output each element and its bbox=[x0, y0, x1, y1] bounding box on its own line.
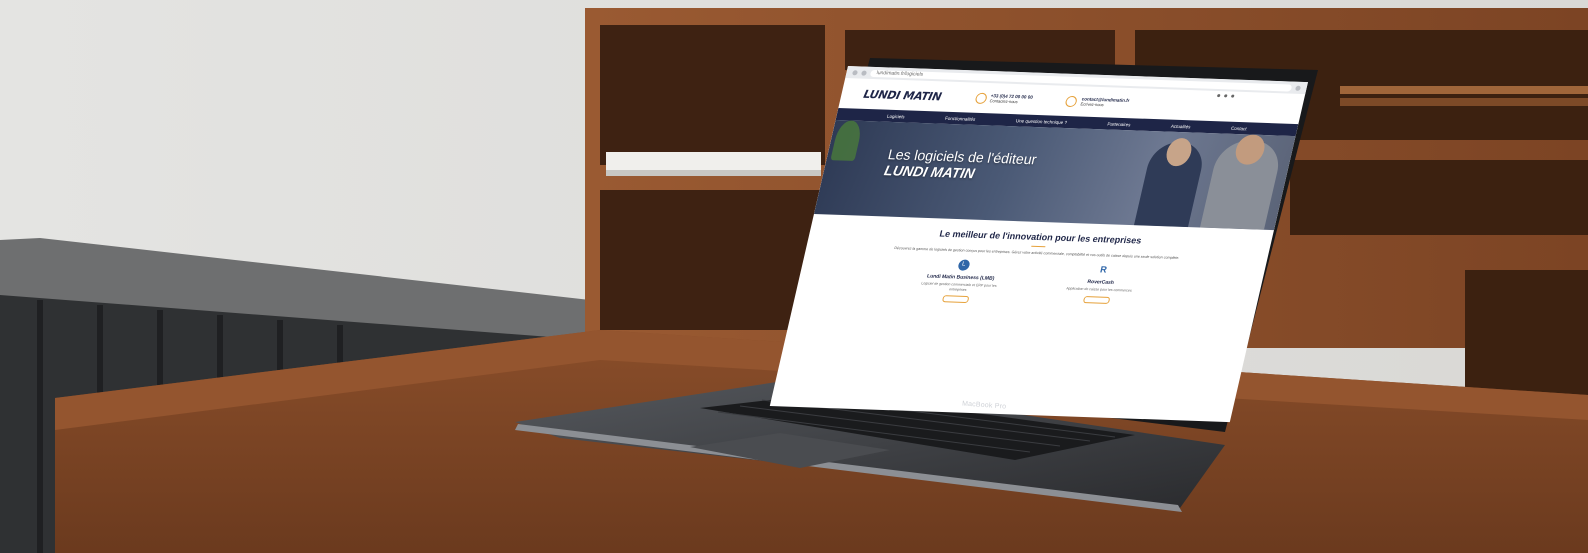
intro-section: Le meilleur de l'innovation pour les ent… bbox=[795, 214, 1274, 313]
lmb-icon: L bbox=[956, 259, 971, 271]
social-icon[interactable] bbox=[1223, 94, 1228, 98]
photo-scene: lundimatin.fr/logiciels LUNDI MATIN +33 … bbox=[0, 0, 1588, 553]
product-name: Lundi Matin Business (LMB) bbox=[926, 273, 995, 282]
hero-banner: Les logiciels de l'éditeur LUNDI MATIN bbox=[813, 120, 1296, 231]
product-more-button[interactable] bbox=[1082, 295, 1111, 304]
rovercash-icon: R bbox=[1099, 264, 1109, 275]
plant-image bbox=[830, 120, 864, 161]
nav-item-contact[interactable]: Contact bbox=[1231, 125, 1248, 131]
contact-email-sub: Écrivez-nous bbox=[1080, 101, 1105, 108]
product-card-lmb[interactable]: L Lundi Matin Business (LMB) Logiciel de… bbox=[910, 258, 1010, 304]
website: lundimatin.fr/logiciels LUNDI MATIN +33 … bbox=[769, 66, 1308, 423]
browser-forward-icon[interactable] bbox=[861, 70, 868, 76]
nav-item-logiciels[interactable]: Logiciels bbox=[887, 113, 906, 119]
hero-title: Les logiciels de l'éditeur LUNDI MATIN bbox=[883, 146, 1039, 183]
product-name: RoverCash bbox=[1086, 279, 1115, 286]
mail-icon bbox=[1064, 95, 1079, 107]
social-icon[interactable] bbox=[1216, 94, 1221, 98]
nav-item-actualites[interactable]: Actualités bbox=[1171, 123, 1192, 129]
browser-menu-icon[interactable] bbox=[1295, 85, 1302, 91]
contact-phone-sub: Contactez-nous bbox=[989, 98, 1019, 105]
product-more-button[interactable] bbox=[941, 295, 970, 304]
contact-phone[interactable]: +33 (0)4 72 00 00 00 Contactez-nous bbox=[974, 92, 1033, 105]
product-list: L Lundi Matin Business (LMB) Logiciel de… bbox=[815, 255, 1245, 313]
site-logo[interactable]: LUNDI MATIN bbox=[862, 87, 943, 103]
title-underline bbox=[1031, 245, 1046, 248]
social-links bbox=[1216, 94, 1235, 98]
social-icon[interactable] bbox=[1230, 94, 1235, 98]
browser-back-icon[interactable] bbox=[852, 69, 859, 75]
contact-email[interactable]: contact@lundimatin.fr Écrivez-nous bbox=[1064, 95, 1130, 108]
nav-item-question[interactable]: Une question technique ? bbox=[1015, 118, 1067, 125]
laptop-screen: lundimatin.fr/logiciels LUNDI MATIN +33 … bbox=[769, 66, 1308, 423]
background-photo bbox=[0, 0, 1588, 553]
nav-item-partenaires[interactable]: Partenaires bbox=[1107, 121, 1131, 127]
phone-icon bbox=[974, 92, 988, 104]
product-desc: Application de caisse pour les commerces bbox=[1065, 286, 1133, 293]
product-desc: Logiciel de gestion commerciale et ERP p… bbox=[920, 281, 998, 292]
nav-item-fonctionnalites[interactable]: Fonctionnalités bbox=[945, 115, 976, 121]
product-card-rovercash[interactable]: R RoverCash Application de caisse pour l… bbox=[1050, 263, 1150, 309]
